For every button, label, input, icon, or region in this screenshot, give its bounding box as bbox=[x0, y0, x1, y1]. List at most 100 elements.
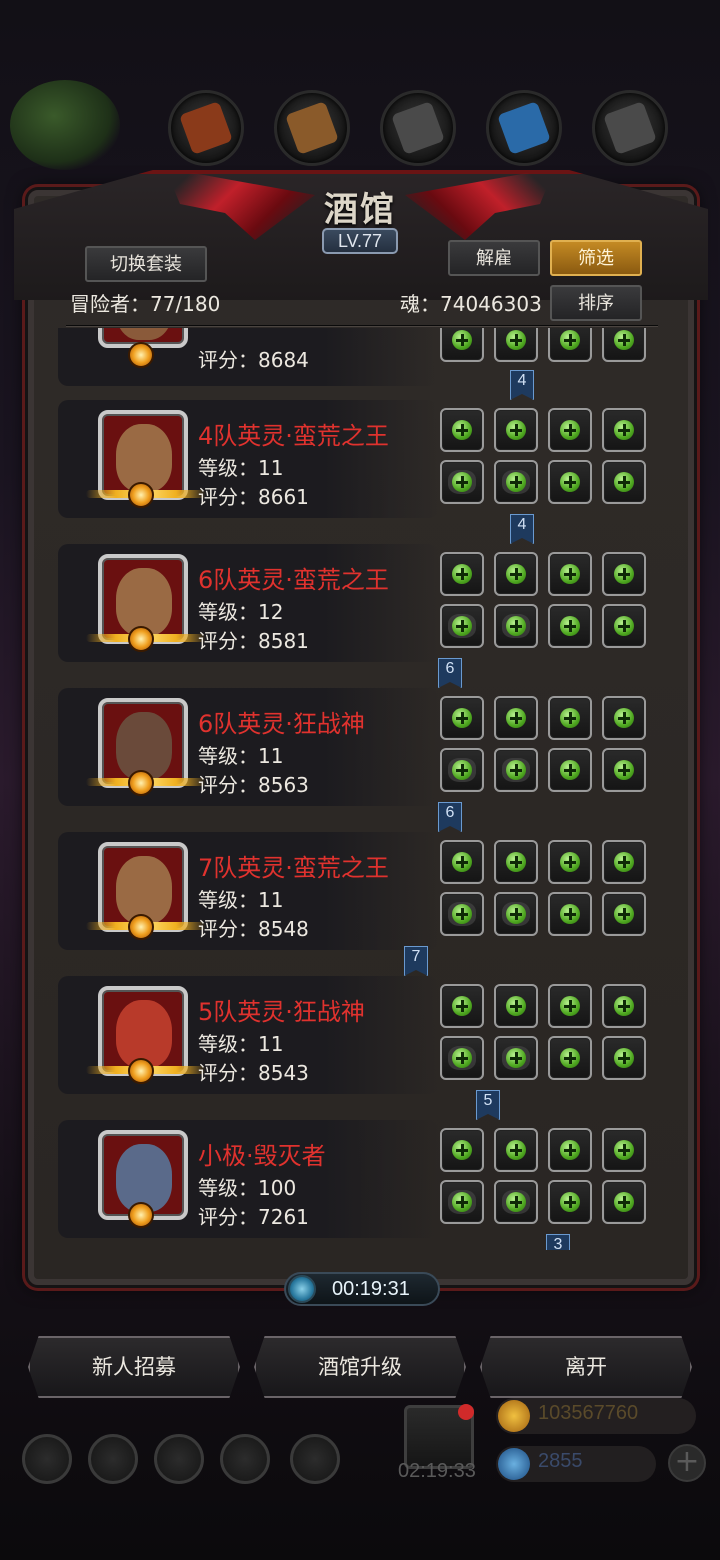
skill-grid bbox=[440, 328, 650, 418]
hero-row[interactable]: 5队英灵·狂战神 等级：11 评分：8543 bbox=[58, 976, 438, 1094]
tavern-refresh-timer: 00:19:31 bbox=[284, 1272, 440, 1306]
skill-slot[interactable] bbox=[548, 748, 592, 792]
skill-slot[interactable] bbox=[602, 1036, 646, 1080]
skill-slot[interactable] bbox=[494, 460, 538, 504]
skill-slot[interactable] bbox=[602, 552, 646, 596]
skill-slot[interactable] bbox=[440, 1036, 484, 1080]
skill-slot[interactable] bbox=[602, 696, 646, 740]
team-tag: 4 bbox=[510, 514, 534, 544]
skill-slot[interactable] bbox=[602, 604, 646, 648]
hero-level: 等级：11 bbox=[198, 456, 284, 480]
hero-row[interactable]: 评分：8684 bbox=[58, 328, 438, 386]
sort-button[interactable]: 排序 bbox=[550, 285, 642, 321]
hero-score: 评分：8548 bbox=[198, 917, 309, 941]
skill-slot[interactable] bbox=[548, 696, 592, 740]
team-tag: 6 bbox=[438, 658, 462, 688]
switch-outfit-button[interactable]: 切换套装 bbox=[85, 246, 207, 282]
palm-tree-decoration bbox=[10, 80, 120, 170]
skill-slot[interactable] bbox=[602, 840, 646, 884]
hero-row[interactable]: 7队英灵·蛮荒之王 等级：11 评分：8548 bbox=[58, 832, 438, 950]
hero-rank-icon bbox=[128, 914, 154, 940]
filter-button[interactable]: 筛选 bbox=[550, 240, 642, 276]
skill-slot[interactable] bbox=[548, 328, 592, 362]
tools-icon[interactable] bbox=[290, 1434, 340, 1484]
iron-icon[interactable] bbox=[380, 90, 456, 166]
skill-slot[interactable] bbox=[440, 408, 484, 452]
crystal-icon[interactable] bbox=[486, 90, 562, 166]
mail-icon[interactable] bbox=[220, 1434, 270, 1484]
skill-slot[interactable] bbox=[602, 984, 646, 1028]
skill-slot[interactable] bbox=[548, 892, 592, 936]
gold-icon bbox=[498, 1400, 530, 1432]
dismiss-button[interactable]: 解雇 bbox=[448, 240, 540, 276]
gem-icon bbox=[498, 1448, 530, 1480]
skill-slot[interactable] bbox=[548, 984, 592, 1028]
upgrade-tavern-button[interactable]: 酒馆升级 bbox=[254, 1336, 466, 1398]
team-tag: 3 bbox=[546, 1234, 570, 1250]
skill-slot[interactable] bbox=[494, 328, 538, 362]
hero-row[interactable]: 小极·毁灭者 等级：100 评分：7261 bbox=[58, 1120, 438, 1238]
skill-slot[interactable] bbox=[440, 840, 484, 884]
skill-slot[interactable] bbox=[494, 1180, 538, 1224]
hero-score: 评分：8543 bbox=[198, 1061, 309, 1085]
clock-icon bbox=[288, 1275, 316, 1303]
skill-slot[interactable] bbox=[602, 892, 646, 936]
skill-slot[interactable] bbox=[494, 552, 538, 596]
skill-slot[interactable] bbox=[548, 840, 592, 884]
skill-slot[interactable] bbox=[494, 604, 538, 648]
skill-slot[interactable] bbox=[440, 696, 484, 740]
meat-icon[interactable] bbox=[168, 90, 244, 166]
hero-row[interactable]: 6队英灵·蛮荒之王 等级：12 评分：8581 bbox=[58, 544, 438, 662]
skill-slot[interactable] bbox=[440, 552, 484, 596]
skill-slot[interactable] bbox=[440, 892, 484, 936]
hero-rank-icon bbox=[128, 342, 154, 368]
gold-amount: 103567760 bbox=[538, 1402, 639, 1424]
settings-icon[interactable] bbox=[22, 1434, 72, 1484]
hero-row[interactable]: 6队英灵·狂战神 等级：11 评分：8563 bbox=[58, 688, 438, 806]
skill-slot[interactable] bbox=[494, 748, 538, 792]
wood-icon[interactable] bbox=[274, 90, 350, 166]
skill-slot[interactable] bbox=[440, 604, 484, 648]
skill-slot[interactable] bbox=[602, 748, 646, 792]
hero-score: 评分：8684 bbox=[198, 348, 309, 372]
skill-slot[interactable] bbox=[602, 408, 646, 452]
stone-icon[interactable] bbox=[592, 90, 668, 166]
skill-slot[interactable] bbox=[602, 460, 646, 504]
leave-button[interactable]: 离开 bbox=[480, 1336, 692, 1398]
skill-slot[interactable] bbox=[494, 1036, 538, 1080]
recruit-button[interactable]: 新人招募 bbox=[28, 1336, 240, 1398]
skill-slot[interactable] bbox=[494, 840, 538, 884]
skill-slot[interactable] bbox=[548, 1036, 592, 1080]
skill-slot[interactable] bbox=[494, 892, 538, 936]
skill-slot[interactable] bbox=[602, 1180, 646, 1224]
page-title: 酒馆 bbox=[324, 190, 396, 230]
skill-slot[interactable] bbox=[548, 1180, 592, 1224]
hero-list[interactable]: 评分：8684 4 4队英灵·蛮荒之王 等级：11 评分：8661 4 6队英灵… bbox=[40, 328, 680, 1250]
skill-slot[interactable] bbox=[494, 408, 538, 452]
skill-slot[interactable] bbox=[440, 984, 484, 1028]
skill-slot[interactable] bbox=[440, 748, 484, 792]
skill-slot[interactable] bbox=[494, 696, 538, 740]
skill-slot[interactable] bbox=[440, 328, 484, 362]
skill-slot[interactable] bbox=[494, 984, 538, 1028]
hero-level: 等级：11 bbox=[198, 744, 284, 768]
tavern-level-badge: LV.77 bbox=[322, 228, 398, 254]
skill-slot[interactable] bbox=[602, 1128, 646, 1172]
skill-slot[interactable] bbox=[548, 552, 592, 596]
hero-menu-icon[interactable] bbox=[154, 1434, 204, 1484]
skill-slot[interactable] bbox=[440, 1128, 484, 1172]
header-divider bbox=[66, 325, 658, 327]
achievement-icon[interactable] bbox=[88, 1434, 138, 1484]
skill-slot[interactable] bbox=[548, 1128, 592, 1172]
skill-slot[interactable] bbox=[548, 604, 592, 648]
hero-name: 6队英灵·狂战神 bbox=[198, 710, 365, 738]
hero-row[interactable]: 4队英灵·蛮荒之王 等级：11 评分：8661 bbox=[58, 400, 438, 518]
skill-slot[interactable] bbox=[440, 460, 484, 504]
skill-slot[interactable] bbox=[548, 408, 592, 452]
add-currency-button[interactable]: + bbox=[668, 1444, 706, 1482]
skill-slot[interactable] bbox=[548, 460, 592, 504]
skill-slot[interactable] bbox=[494, 1128, 538, 1172]
skill-slot[interactable] bbox=[602, 328, 646, 362]
skill-slot[interactable] bbox=[440, 1180, 484, 1224]
hero-name: 小极·毁灭者 bbox=[198, 1142, 326, 1170]
